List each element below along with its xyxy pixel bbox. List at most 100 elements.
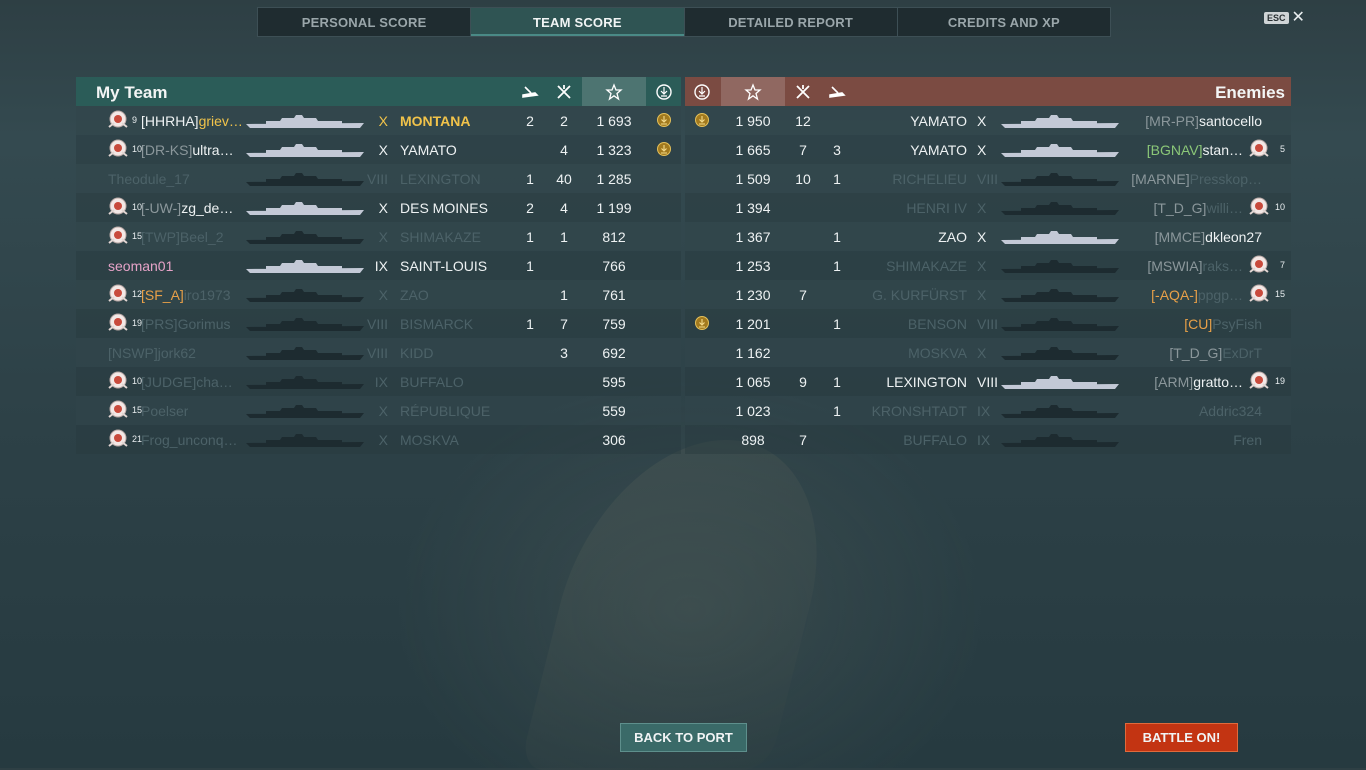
ship-silhouette <box>1001 317 1119 331</box>
clan-tag: [NSWP] <box>108 345 158 361</box>
player-row[interactable]: 1 023 1 KRONSHTADT IX Addric324 <box>685 396 1291 425</box>
ships-sunk-value: 2 <box>526 113 534 129</box>
rank-level: 15 <box>1274 289 1285 299</box>
player-name-group: Poelser <box>141 403 188 419</box>
ships-sunk-value: 1 <box>526 258 534 274</box>
player-name-group: [DR-KS]ultra… <box>141 142 234 158</box>
ship-tier: IX <box>374 374 388 390</box>
player-name: PsyFish <box>1212 316 1262 332</box>
player-name-group: [CU]PsyFish <box>1184 316 1262 332</box>
tab-team-score[interactable]: TEAM SCORE <box>471 8 685 36</box>
player-row[interactable]: 15 [TWP]Beel_2 X SHIMAKAZE 1 1 812 <box>76 222 681 251</box>
planes-destroyed-value: 4 <box>560 200 568 216</box>
player-row[interactable]: 10 [-UW-]zg_de… X DES MOINES 2 4 1 199 <box>76 193 681 222</box>
player-row[interactable]: 10 [DR-KS]ultra… X YAMATO 4 1 323 <box>76 135 681 164</box>
column-achievement-icon <box>685 77 719 106</box>
player-name-group: Fren <box>1233 432 1262 448</box>
ship-name: SHIMAKAZE <box>886 258 967 274</box>
clan-tag: [MSWIA] <box>1147 258 1203 274</box>
clan-tag: [HHRHA] <box>141 113 199 129</box>
back-to-port-button[interactable]: BACK TO PORT <box>620 723 747 752</box>
player-name-group: [NSWP]jork62 <box>108 345 196 361</box>
battle-on-button[interactable]: BATTLE ON! <box>1125 723 1238 752</box>
planes-destroyed-value: 40 <box>556 171 572 187</box>
player-row[interactable]: 10 [JUDGE]cha… IX BUFFALO 595 <box>76 367 681 396</box>
ship-silhouette <box>246 172 364 186</box>
clan-tag: [DR-KS] <box>141 142 193 158</box>
base-xp-value: 1 950 <box>735 113 771 129</box>
ship-tier: VIII <box>366 316 388 332</box>
player-name: jork62 <box>157 345 196 361</box>
player-row[interactable]: 15 Poelser X RÉPUBLIQUE 559 <box>76 396 681 425</box>
player-row[interactable]: 12 [SF_A]iro1973 X ZAO 1 761 <box>76 280 681 309</box>
base-xp-value: 1 253 <box>735 258 771 274</box>
player-name-group: [T_D_G]willi… <box>1154 200 1243 216</box>
rank-level: 7 <box>1279 260 1285 270</box>
rank-badge-icon <box>1247 370 1271 392</box>
rank-level: 19 <box>1274 376 1285 386</box>
ship-tier: X <box>378 200 388 216</box>
player-row[interactable]: 1 162 MOSKVA X [T_D_G]ExDrT <box>685 338 1291 367</box>
close-button[interactable]: ESC ✕ <box>1264 10 1305 26</box>
rank-level: 10 <box>1274 202 1285 212</box>
player-name-group: [ARM]gratto… <box>1154 374 1243 390</box>
ship-name: RICHELIEU <box>892 171 967 187</box>
ship-name: YAMATO <box>910 113 967 129</box>
player-row[interactable]: 898 7 BUFFALO IX Fren <box>685 425 1291 454</box>
background-ship <box>518 440 852 770</box>
column-planes-destroyed-icon <box>786 77 820 106</box>
player-row[interactable]: 1 230 7 G. KURFÜRST X [-AQA-]ppgp… 15 <box>685 280 1291 309</box>
rank-badge-icon <box>106 370 130 392</box>
player-row[interactable]: 1 367 1 ZAO X [MMCE]dkleon27 <box>685 222 1291 251</box>
ship-tier: X <box>378 287 388 303</box>
ship-name: BISMARCK <box>400 316 474 332</box>
ship-name: BUFFALO <box>400 374 464 390</box>
player-row[interactable]: 1 509 10 1 RICHELIEU VIII [MARNE]Presskop… <box>685 164 1291 193</box>
ship-tier: X <box>378 229 388 245</box>
ship-name: MOSKVA <box>908 345 967 361</box>
player-name: dkleon27 <box>1205 229 1262 245</box>
ship-name: YAMATO <box>400 142 457 158</box>
player-row[interactable]: 1 065 9 1 LEXINGTON VIII [ARM]gratto… 19 <box>685 367 1291 396</box>
clan-tag: [SF_A] <box>141 287 184 303</box>
clan-tag: [ARM] <box>1154 374 1194 390</box>
player-row[interactable]: 1 950 12 YAMATO X [MR-PR]santocello <box>685 106 1291 135</box>
player-row[interactable]: 1 201 1 BENSON VIII [CU]PsyFish <box>685 309 1291 338</box>
tab-credits-and-xp[interactable]: CREDITS AND XP <box>898 8 1110 36</box>
ship-tier: VIII <box>366 345 388 361</box>
rank-badge-icon <box>106 283 130 305</box>
player-name-group: [MR-PR]santocello <box>1145 113 1262 129</box>
rank-badge-icon <box>106 109 130 131</box>
player-name-group: Theodule_17 <box>108 171 190 187</box>
base-xp-value: 559 <box>602 403 626 419</box>
player-row[interactable]: 1 394 HENRI IV X [T_D_G]willi… 10 <box>685 193 1291 222</box>
planes-destroyed-value: 7 <box>799 287 807 303</box>
ship-silhouette <box>1001 172 1119 186</box>
player-row[interactable]: seoman01 IX SAINT-LOUIS 1 766 <box>76 251 681 280</box>
column-base-xp-star-icon <box>721 77 785 106</box>
tab-detailed-report[interactable]: DETAILED REPORT <box>685 8 898 36</box>
player-name: ultra… <box>192 142 234 158</box>
player-row[interactable]: Theodule_17 VIII LEXINGTON 1 40 1 285 <box>76 164 681 193</box>
ship-silhouette <box>246 259 364 273</box>
player-row[interactable]: 19 [PRS]Gorimus VIII BISMARCK 1 7 759 <box>76 309 681 338</box>
achievement-medal-icon <box>694 315 710 331</box>
player-name-group: seoman01 <box>108 258 173 274</box>
player-row[interactable]: 9 [HHRHA]griev… X MONTANA 2 2 1 693 <box>76 106 681 135</box>
ship-tier: X <box>378 142 388 158</box>
base-xp-value: 761 <box>602 287 626 303</box>
player-row[interactable]: 1 253 1 SHIMAKAZE X [MSWIA]raks… 7 <box>685 251 1291 280</box>
player-name-group: [TWP]Beel_2 <box>141 229 223 245</box>
base-xp-value: 759 <box>602 316 626 332</box>
ship-tier: VIII <box>977 171 999 187</box>
ship-tier: X <box>977 200 987 216</box>
player-name: Presskop… <box>1189 171 1262 187</box>
player-row[interactable]: 1 665 7 3 YAMATO X [BGNAV]stan… 5 <box>685 135 1291 164</box>
player-name: Frog_unconq… <box>141 432 238 448</box>
player-name: griev… <box>198 113 243 129</box>
tab-personal-score[interactable]: PERSONAL SCORE <box>258 8 472 36</box>
player-row[interactable]: 21 Frog_unconq… X MOSKVA 306 <box>76 425 681 454</box>
enemies-panel: Enemies 1 950 12 YAMATO X [MR-PR]santocello 1… <box>685 77 1291 455</box>
player-row[interactable]: [NSWP]jork62 VIII KIDD 3 692 <box>76 338 681 367</box>
ship-tier: X <box>378 113 388 129</box>
